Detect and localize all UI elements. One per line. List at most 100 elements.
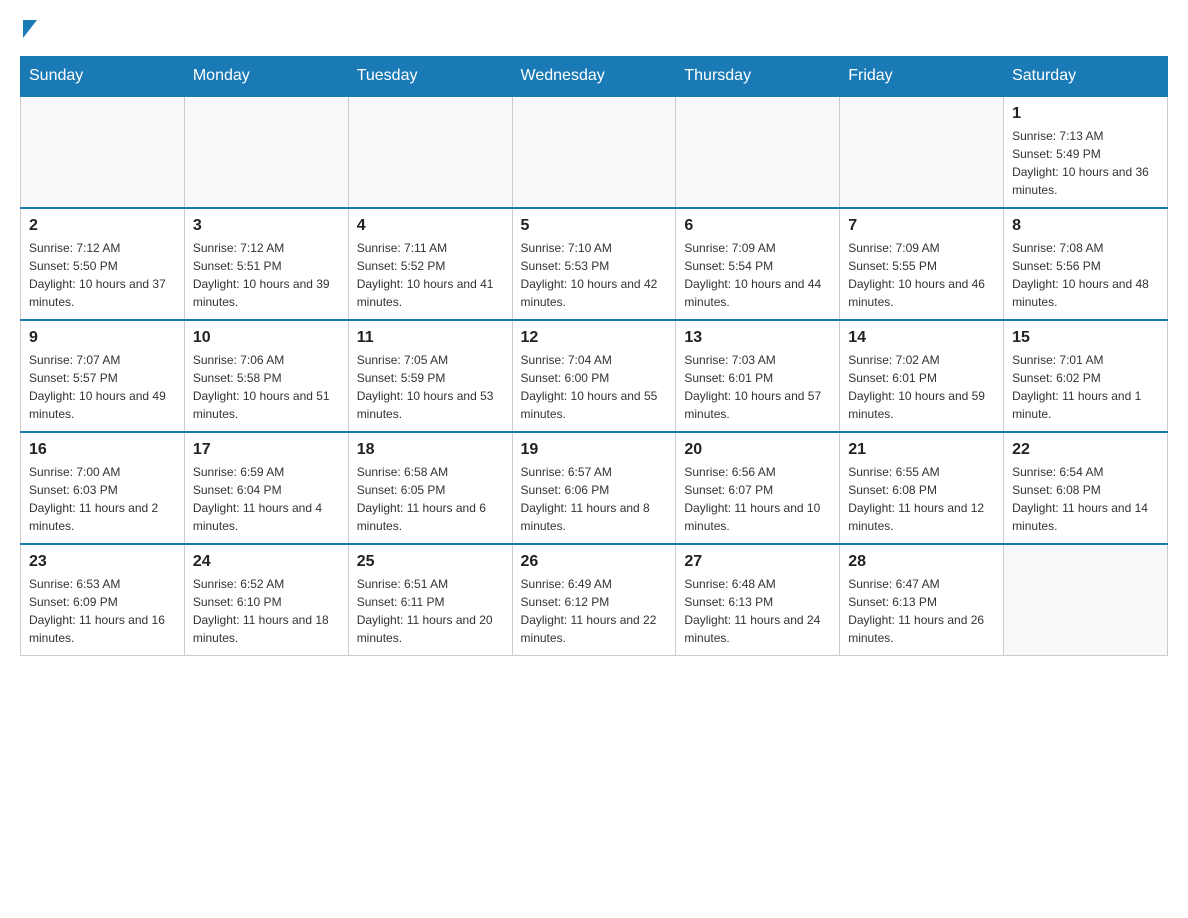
calendar-cell: 4 Sunrise: 7:11 AMSunset: 5:52 PMDaylight… <box>348 208 512 320</box>
day-number: 18 <box>357 441 504 459</box>
logo <box>20 20 37 36</box>
day-info: Sunrise: 7:00 AMSunset: 6:03 PMDaylight:… <box>29 463 176 535</box>
day-info: Sunrise: 7:07 AMSunset: 5:57 PMDaylight:… <box>29 351 176 423</box>
calendar-table: SundayMondayTuesdayWednesdayThursdayFrid… <box>20 56 1168 656</box>
day-number: 11 <box>357 329 504 347</box>
calendar-cell: 5 Sunrise: 7:10 AMSunset: 5:53 PMDaylight… <box>512 208 676 320</box>
calendar-cell: 13 Sunrise: 7:03 AMSunset: 6:01 PMDayligh… <box>676 320 840 432</box>
day-number: 24 <box>193 553 340 571</box>
calendar-week-row: 23 Sunrise: 6:53 AMSunset: 6:09 PMDayligh… <box>21 544 1168 656</box>
day-number: 22 <box>1012 441 1159 459</box>
day-info: Sunrise: 7:08 AMSunset: 5:56 PMDaylight:… <box>1012 239 1159 311</box>
day-number: 2 <box>29 217 176 235</box>
calendar-cell: 15 Sunrise: 7:01 AMSunset: 6:02 PMDayligh… <box>1004 320 1168 432</box>
day-header-friday: Friday <box>840 57 1004 97</box>
day-number: 12 <box>521 329 668 347</box>
calendar-cell <box>1004 544 1168 656</box>
day-info: Sunrise: 6:48 AMSunset: 6:13 PMDaylight:… <box>684 575 831 647</box>
day-number: 20 <box>684 441 831 459</box>
day-number: 1 <box>1012 105 1159 123</box>
calendar-cell <box>184 96 348 208</box>
day-header-thursday: Thursday <box>676 57 840 97</box>
day-info: Sunrise: 6:59 AMSunset: 6:04 PMDaylight:… <box>193 463 340 535</box>
calendar-week-row: 16 Sunrise: 7:00 AMSunset: 6:03 PMDayligh… <box>21 432 1168 544</box>
day-number: 14 <box>848 329 995 347</box>
calendar-cell: 6 Sunrise: 7:09 AMSunset: 5:54 PMDaylight… <box>676 208 840 320</box>
day-number: 19 <box>521 441 668 459</box>
day-number: 7 <box>848 217 995 235</box>
calendar-cell: 9 Sunrise: 7:07 AMSunset: 5:57 PMDaylight… <box>21 320 185 432</box>
day-info: Sunrise: 6:47 AMSunset: 6:13 PMDaylight:… <box>848 575 995 647</box>
day-info: Sunrise: 6:56 AMSunset: 6:07 PMDaylight:… <box>684 463 831 535</box>
day-number: 17 <box>193 441 340 459</box>
calendar-cell <box>348 96 512 208</box>
day-info: Sunrise: 7:02 AMSunset: 6:01 PMDaylight:… <box>848 351 995 423</box>
calendar-cell: 2 Sunrise: 7:12 AMSunset: 5:50 PMDaylight… <box>21 208 185 320</box>
day-number: 21 <box>848 441 995 459</box>
day-info: Sunrise: 7:03 AMSunset: 6:01 PMDaylight:… <box>684 351 831 423</box>
day-header-tuesday: Tuesday <box>348 57 512 97</box>
calendar-cell: 26 Sunrise: 6:49 AMSunset: 6:12 PMDayligh… <box>512 544 676 656</box>
day-header-sunday: Sunday <box>21 57 185 97</box>
day-info: Sunrise: 7:09 AMSunset: 5:54 PMDaylight:… <box>684 239 831 311</box>
calendar-cell: 19 Sunrise: 6:57 AMSunset: 6:06 PMDayligh… <box>512 432 676 544</box>
calendar-cell <box>512 96 676 208</box>
day-info: Sunrise: 6:52 AMSunset: 6:10 PMDaylight:… <box>193 575 340 647</box>
day-number: 13 <box>684 329 831 347</box>
day-info: Sunrise: 6:53 AMSunset: 6:09 PMDaylight:… <box>29 575 176 647</box>
calendar-cell: 7 Sunrise: 7:09 AMSunset: 5:55 PMDaylight… <box>840 208 1004 320</box>
day-info: Sunrise: 7:09 AMSunset: 5:55 PMDaylight:… <box>848 239 995 311</box>
day-number: 23 <box>29 553 176 571</box>
calendar-cell: 12Sunrise: 7:04 AMSunset: 6:00 PMDayligh… <box>512 320 676 432</box>
calendar-cell <box>676 96 840 208</box>
day-info: Sunrise: 6:51 AMSunset: 6:11 PMDaylight:… <box>357 575 504 647</box>
day-number: 3 <box>193 217 340 235</box>
calendar-cell <box>840 96 1004 208</box>
calendar-cell: 11 Sunrise: 7:05 AMSunset: 5:59 PMDayligh… <box>348 320 512 432</box>
day-info: Sunrise: 6:57 AMSunset: 6:06 PMDaylight:… <box>521 463 668 535</box>
day-info: Sunrise: 6:58 AMSunset: 6:05 PMDaylight:… <box>357 463 504 535</box>
day-info: Sunrise: 7:11 AMSunset: 5:52 PMDaylight:… <box>357 239 504 311</box>
day-header-monday: Monday <box>184 57 348 97</box>
day-number: 15 <box>1012 329 1159 347</box>
calendar-week-row: 2 Sunrise: 7:12 AMSunset: 5:50 PMDaylight… <box>21 208 1168 320</box>
calendar-cell: 24 Sunrise: 6:52 AMSunset: 6:10 PMDayligh… <box>184 544 348 656</box>
day-number: 16 <box>29 441 176 459</box>
calendar-cell: 23 Sunrise: 6:53 AMSunset: 6:09 PMDayligh… <box>21 544 185 656</box>
day-info: Sunrise: 6:55 AMSunset: 6:08 PMDaylight:… <box>848 463 995 535</box>
calendar-cell <box>21 96 185 208</box>
logo-chevron-icon <box>23 20 37 38</box>
calendar-cell: 28 Sunrise: 6:47 AMSunset: 6:13 PMDayligh… <box>840 544 1004 656</box>
calendar-cell: 27 Sunrise: 6:48 AMSunset: 6:13 PMDayligh… <box>676 544 840 656</box>
day-number: 28 <box>848 553 995 571</box>
calendar-cell: 20 Sunrise: 6:56 AMSunset: 6:07 PMDayligh… <box>676 432 840 544</box>
day-number: 27 <box>684 553 831 571</box>
calendar-cell: 22Sunrise: 6:54 AMSunset: 6:08 PMDayligh… <box>1004 432 1168 544</box>
day-number: 6 <box>684 217 831 235</box>
calendar-cell: 14 Sunrise: 7:02 AMSunset: 6:01 PMDayligh… <box>840 320 1004 432</box>
day-info: Sunrise: 6:49 AMSunset: 6:12 PMDaylight:… <box>521 575 668 647</box>
calendar-cell: 18 Sunrise: 6:58 AMSunset: 6:05 PMDayligh… <box>348 432 512 544</box>
day-info: Sunrise: 7:12 AMSunset: 5:51 PMDaylight:… <box>193 239 340 311</box>
calendar-header-row: SundayMondayTuesdayWednesdayThursdayFrid… <box>21 57 1168 97</box>
day-info: Sunrise: 7:06 AMSunset: 5:58 PMDaylight:… <box>193 351 340 423</box>
day-header-wednesday: Wednesday <box>512 57 676 97</box>
day-number: 10 <box>193 329 340 347</box>
day-info: Sunrise: 7:01 AMSunset: 6:02 PMDaylight:… <box>1012 351 1159 423</box>
calendar-cell: 10 Sunrise: 7:06 AMSunset: 5:58 PMDayligh… <box>184 320 348 432</box>
calendar-cell: 1Sunrise: 7:13 AMSunset: 5:49 PMDaylight… <box>1004 96 1168 208</box>
calendar-week-row: 9 Sunrise: 7:07 AMSunset: 5:57 PMDaylight… <box>21 320 1168 432</box>
calendar-cell: 16 Sunrise: 7:00 AMSunset: 6:03 PMDayligh… <box>21 432 185 544</box>
day-number: 9 <box>29 329 176 347</box>
page-header <box>20 20 1168 36</box>
day-info: Sunrise: 7:12 AMSunset: 5:50 PMDaylight:… <box>29 239 176 311</box>
day-number: 5 <box>521 217 668 235</box>
day-number: 4 <box>357 217 504 235</box>
day-info: Sunrise: 7:05 AMSunset: 5:59 PMDaylight:… <box>357 351 504 423</box>
calendar-cell: 25 Sunrise: 6:51 AMSunset: 6:11 PMDayligh… <box>348 544 512 656</box>
day-number: 25 <box>357 553 504 571</box>
day-info: Sunrise: 7:10 AMSunset: 5:53 PMDaylight:… <box>521 239 668 311</box>
day-number: 26 <box>521 553 668 571</box>
calendar-cell: 17 Sunrise: 6:59 AMSunset: 6:04 PMDayligh… <box>184 432 348 544</box>
day-number: 8 <box>1012 217 1159 235</box>
